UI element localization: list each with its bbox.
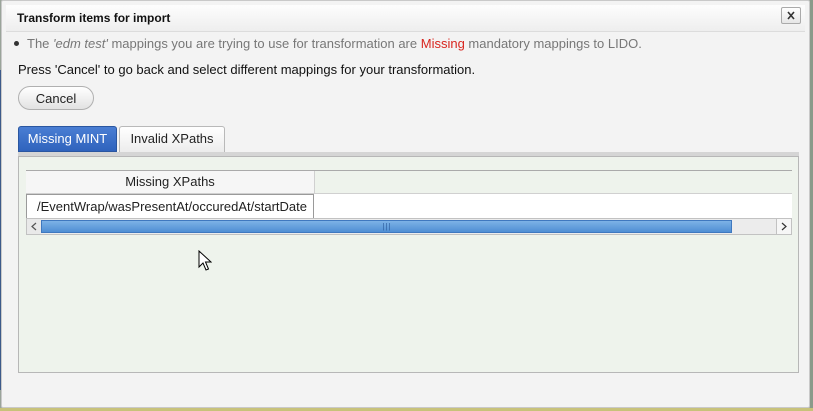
column-header-missing-xpaths[interactable]: Missing XPaths xyxy=(26,171,315,193)
instruction-text: Press 'Cancel' to go back and select dif… xyxy=(18,62,476,77)
close-icon xyxy=(787,11,795,20)
mapping-name: 'edm test' xyxy=(53,36,108,51)
close-button[interactable] xyxy=(781,7,801,24)
dialog-titlebar: Transform items for import xyxy=(6,5,805,32)
message-text-3: mandatory mappings to LIDO. xyxy=(464,36,642,51)
chevron-right-icon xyxy=(781,222,787,231)
message-text-2: mappings you are trying to use for trans… xyxy=(107,36,421,51)
dialog-title: Transform items for import xyxy=(17,11,171,25)
message-text-1: The xyxy=(27,36,54,51)
scroll-right-button[interactable] xyxy=(776,219,791,234)
missing-label: Missing xyxy=(420,36,465,51)
horizontal-scrollbar[interactable]: ||| xyxy=(26,218,792,235)
tab-invalid-xpaths[interactable]: Invalid XPaths xyxy=(119,126,225,152)
transform-dialog: Transform items for import The 'edm test… xyxy=(1,0,810,408)
tab-panel-missing-mint: Missing XPaths /EventWrap/wasPresentAt/o… xyxy=(18,156,799,373)
bullet-icon xyxy=(14,41,19,47)
scroll-left-button[interactable] xyxy=(27,219,41,234)
chevron-left-icon xyxy=(31,222,37,231)
mouse-cursor-icon xyxy=(198,250,212,271)
grip-icon: ||| xyxy=(382,222,392,231)
table-row[interactable]: /EventWrap/wasPresentAt/occuredAt/startD… xyxy=(26,194,314,219)
scrollbar-thumb[interactable]: ||| xyxy=(41,220,732,233)
grid-body: /EventWrap/wasPresentAt/occuredAt/startD… xyxy=(26,193,792,219)
missing-mappings-message: The 'edm test' mappings you are trying t… xyxy=(14,36,642,51)
cancel-button[interactable]: Cancel xyxy=(18,86,94,110)
missing-xpaths-grid: Missing XPaths /EventWrap/wasPresentAt/o… xyxy=(26,170,792,235)
tab-missing-mint[interactable]: Missing MINT xyxy=(18,126,117,152)
